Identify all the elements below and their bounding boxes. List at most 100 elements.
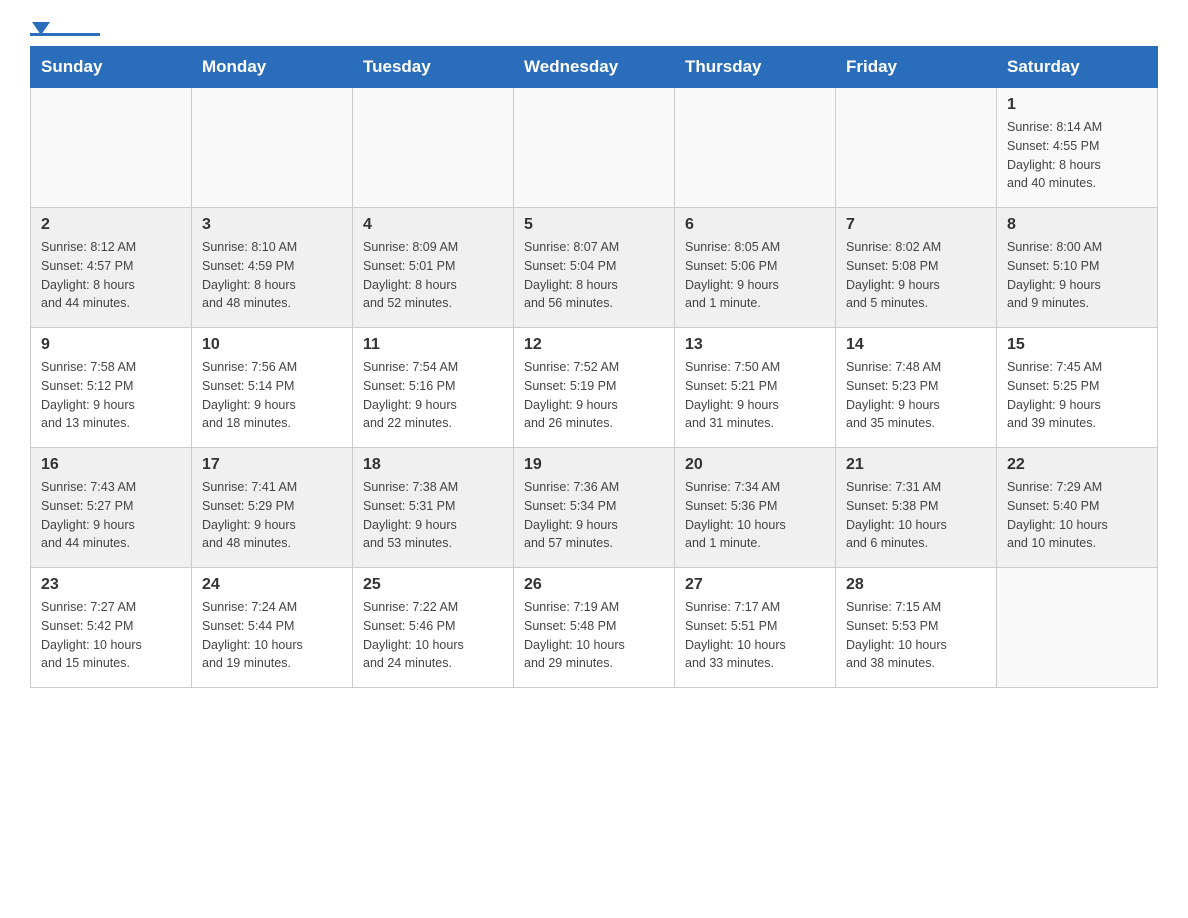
calendar-day-cell: 2 Sunrise: 8:12 AMSunset: 4:57 PMDaylight…	[31, 208, 192, 328]
calendar-week-row: 9 Sunrise: 7:58 AMSunset: 5:12 PMDaylight…	[31, 328, 1158, 448]
calendar-day-header: Tuesday	[353, 47, 514, 88]
day-info: Sunrise: 8:10 AMSunset: 4:59 PMDaylight:…	[202, 238, 342, 313]
calendar-day-cell	[514, 88, 675, 208]
day-number: 2	[41, 216, 181, 234]
day-number: 4	[363, 216, 503, 234]
calendar-day-header: Thursday	[675, 47, 836, 88]
day-info: Sunrise: 7:24 AMSunset: 5:44 PMDaylight:…	[202, 598, 342, 673]
day-number: 6	[685, 216, 825, 234]
calendar-day-cell: 28 Sunrise: 7:15 AMSunset: 5:53 PMDayligh…	[836, 568, 997, 688]
day-number: 15	[1007, 336, 1147, 354]
calendar-day-cell: 11 Sunrise: 7:54 AMSunset: 5:16 PMDayligh…	[353, 328, 514, 448]
day-info: Sunrise: 7:22 AMSunset: 5:46 PMDaylight:…	[363, 598, 503, 673]
day-number: 5	[524, 216, 664, 234]
day-info: Sunrise: 7:58 AMSunset: 5:12 PMDaylight:…	[41, 358, 181, 433]
calendar-week-row: 1 Sunrise: 8:14 AMSunset: 4:55 PMDaylight…	[31, 88, 1158, 208]
day-info: Sunrise: 7:50 AMSunset: 5:21 PMDaylight:…	[685, 358, 825, 433]
calendar-day-cell: 21 Sunrise: 7:31 AMSunset: 5:38 PMDayligh…	[836, 448, 997, 568]
calendar-day-cell: 10 Sunrise: 7:56 AMSunset: 5:14 PMDayligh…	[192, 328, 353, 448]
calendar-day-cell: 23 Sunrise: 7:27 AMSunset: 5:42 PMDayligh…	[31, 568, 192, 688]
day-number: 16	[41, 456, 181, 474]
page-header	[30, 20, 1158, 36]
calendar-day-cell: 6 Sunrise: 8:05 AMSunset: 5:06 PMDaylight…	[675, 208, 836, 328]
day-info: Sunrise: 7:34 AMSunset: 5:36 PMDaylight:…	[685, 478, 825, 553]
day-number: 10	[202, 336, 342, 354]
calendar-day-cell	[997, 568, 1158, 688]
day-info: Sunrise: 7:27 AMSunset: 5:42 PMDaylight:…	[41, 598, 181, 673]
calendar-week-row: 23 Sunrise: 7:27 AMSunset: 5:42 PMDayligh…	[31, 568, 1158, 688]
day-number: 1	[1007, 96, 1147, 114]
day-number: 24	[202, 576, 342, 594]
calendar-day-cell	[353, 88, 514, 208]
day-info: Sunrise: 8:05 AMSunset: 5:06 PMDaylight:…	[685, 238, 825, 313]
day-number: 20	[685, 456, 825, 474]
calendar-day-cell	[675, 88, 836, 208]
calendar-day-header: Wednesday	[514, 47, 675, 88]
day-number: 14	[846, 336, 986, 354]
day-info: Sunrise: 7:43 AMSunset: 5:27 PMDaylight:…	[41, 478, 181, 553]
day-number: 27	[685, 576, 825, 594]
calendar-day-cell	[31, 88, 192, 208]
day-info: Sunrise: 8:09 AMSunset: 5:01 PMDaylight:…	[363, 238, 503, 313]
day-number: 23	[41, 576, 181, 594]
day-info: Sunrise: 7:52 AMSunset: 5:19 PMDaylight:…	[524, 358, 664, 433]
day-info: Sunrise: 7:31 AMSunset: 5:38 PMDaylight:…	[846, 478, 986, 553]
calendar-day-cell: 26 Sunrise: 7:19 AMSunset: 5:48 PMDayligh…	[514, 568, 675, 688]
day-info: Sunrise: 8:07 AMSunset: 5:04 PMDaylight:…	[524, 238, 664, 313]
day-info: Sunrise: 7:17 AMSunset: 5:51 PMDaylight:…	[685, 598, 825, 673]
calendar-day-cell: 22Sunrise: 7:29 AMSunset: 5:40 PMDayligh…	[997, 448, 1158, 568]
calendar-day-cell: 20 Sunrise: 7:34 AMSunset: 5:36 PMDayligh…	[675, 448, 836, 568]
calendar-day-cell: 24 Sunrise: 7:24 AMSunset: 5:44 PMDayligh…	[192, 568, 353, 688]
day-info: Sunrise: 7:45 AMSunset: 5:25 PMDaylight:…	[1007, 358, 1147, 433]
calendar-day-cell: 5 Sunrise: 8:07 AMSunset: 5:04 PMDaylight…	[514, 208, 675, 328]
day-number: 21	[846, 456, 986, 474]
day-number: 25	[363, 576, 503, 594]
day-number: 28	[846, 576, 986, 594]
day-info: Sunrise: 7:15 AMSunset: 5:53 PMDaylight:…	[846, 598, 986, 673]
day-info: Sunrise: 7:19 AMSunset: 5:48 PMDaylight:…	[524, 598, 664, 673]
day-info: Sunrise: 8:02 AMSunset: 5:08 PMDaylight:…	[846, 238, 986, 313]
calendar-day-cell: 3Sunrise: 8:10 AMSunset: 4:59 PMDaylight…	[192, 208, 353, 328]
calendar-day-cell: 17Sunrise: 7:41 AMSunset: 5:29 PMDayligh…	[192, 448, 353, 568]
day-info: Sunrise: 7:38 AMSunset: 5:31 PMDaylight:…	[363, 478, 503, 553]
calendar-day-cell: 1 Sunrise: 8:14 AMSunset: 4:55 PMDaylight…	[997, 88, 1158, 208]
calendar-day-cell: 4 Sunrise: 8:09 AMSunset: 5:01 PMDaylight…	[353, 208, 514, 328]
day-number: 22	[1007, 456, 1147, 474]
calendar-day-cell: 16 Sunrise: 7:43 AMSunset: 5:27 PMDayligh…	[31, 448, 192, 568]
calendar-day-cell: 25 Sunrise: 7:22 AMSunset: 5:46 PMDayligh…	[353, 568, 514, 688]
calendar-day-cell: 27 Sunrise: 7:17 AMSunset: 5:51 PMDayligh…	[675, 568, 836, 688]
day-info: Sunrise: 8:12 AMSunset: 4:57 PMDaylight:…	[41, 238, 181, 313]
calendar-day-cell	[836, 88, 997, 208]
calendar-day-header: Monday	[192, 47, 353, 88]
day-info: Sunrise: 8:00 AMSunset: 5:10 PMDaylight:…	[1007, 238, 1147, 313]
calendar-day-header: Sunday	[31, 47, 192, 88]
day-number: 26	[524, 576, 664, 594]
day-number: 9	[41, 336, 181, 354]
calendar-week-row: 2 Sunrise: 8:12 AMSunset: 4:57 PMDaylight…	[31, 208, 1158, 328]
calendar-day-cell: 19 Sunrise: 7:36 AMSunset: 5:34 PMDayligh…	[514, 448, 675, 568]
day-number: 8	[1007, 216, 1147, 234]
calendar-header-row: SundayMondayTuesdayWednesdayThursdayFrid…	[31, 47, 1158, 88]
day-number: 13	[685, 336, 825, 354]
calendar-day-cell: 12 Sunrise: 7:52 AMSunset: 5:19 PMDayligh…	[514, 328, 675, 448]
day-number: 18	[363, 456, 503, 474]
calendar-day-cell: 13 Sunrise: 7:50 AMSunset: 5:21 PMDayligh…	[675, 328, 836, 448]
day-info: Sunrise: 7:56 AMSunset: 5:14 PMDaylight:…	[202, 358, 342, 433]
calendar-day-cell: 9 Sunrise: 7:58 AMSunset: 5:12 PMDaylight…	[31, 328, 192, 448]
day-info: Sunrise: 7:54 AMSunset: 5:16 PMDaylight:…	[363, 358, 503, 433]
calendar-day-cell: 15 Sunrise: 7:45 AMSunset: 5:25 PMDayligh…	[997, 328, 1158, 448]
logo	[30, 20, 104, 36]
day-number: 19	[524, 456, 664, 474]
logo-underline	[30, 33, 100, 36]
day-info: Sunrise: 7:36 AMSunset: 5:34 PMDaylight:…	[524, 478, 664, 553]
calendar-day-cell: 18 Sunrise: 7:38 AMSunset: 5:31 PMDayligh…	[353, 448, 514, 568]
calendar-table: SundayMondayTuesdayWednesdayThursdayFrid…	[30, 46, 1158, 688]
calendar-day-cell: 7Sunrise: 8:02 AMSunset: 5:08 PMDaylight…	[836, 208, 997, 328]
day-number: 17	[202, 456, 342, 474]
calendar-day-cell: 14 Sunrise: 7:48 AMSunset: 5:23 PMDayligh…	[836, 328, 997, 448]
day-number: 11	[363, 336, 503, 354]
day-info: Sunrise: 7:48 AMSunset: 5:23 PMDaylight:…	[846, 358, 986, 433]
day-info: Sunrise: 8:14 AMSunset: 4:55 PMDaylight:…	[1007, 118, 1147, 193]
calendar-day-header: Saturday	[997, 47, 1158, 88]
day-number: 12	[524, 336, 664, 354]
